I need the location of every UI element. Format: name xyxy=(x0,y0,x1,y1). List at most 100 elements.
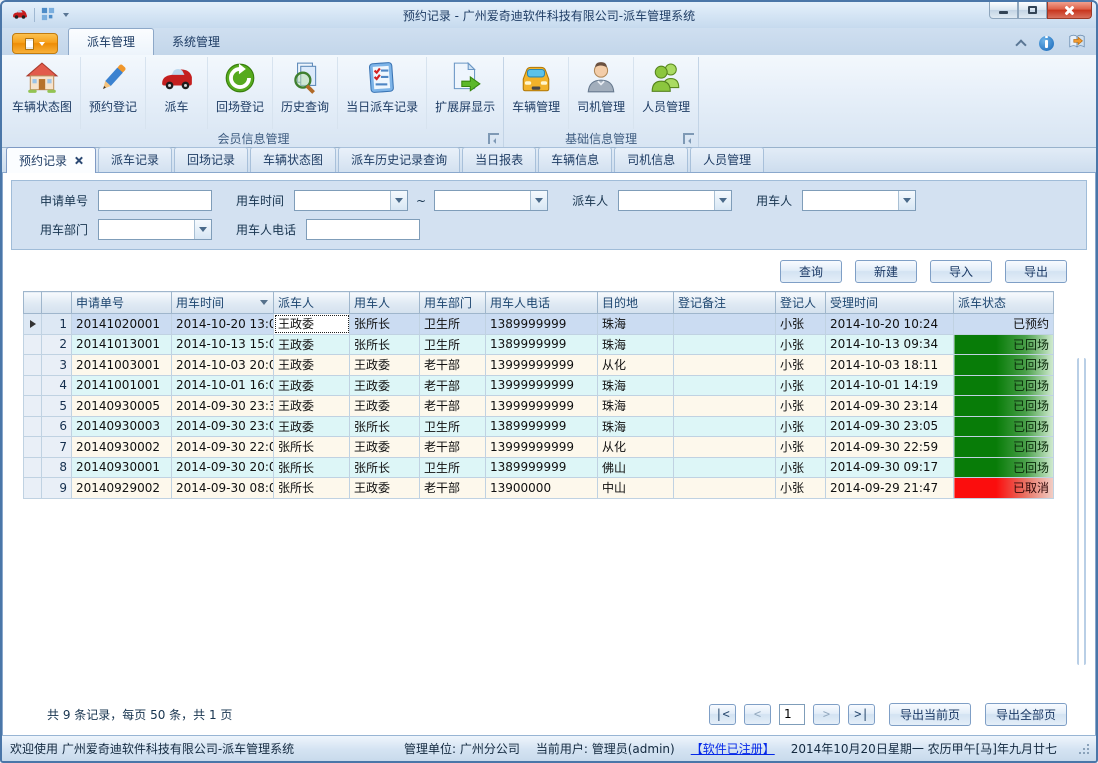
import-button[interactable]: 导入 xyxy=(930,260,992,283)
doc-tab-dispatch-records[interactable]: 派车记录 xyxy=(98,147,172,172)
row-number[interactable]: 6 xyxy=(42,416,72,437)
export-all-pages-button[interactable]: 导出全部页 xyxy=(985,703,1067,726)
grid-cell[interactable]: 20140930005 xyxy=(72,396,172,417)
grid-cell[interactable]: 张所长 xyxy=(350,314,420,335)
grid-cell[interactable]: 2014-10-13 15:00 xyxy=(172,334,274,355)
grid-cell[interactable]: 2014-10-20 13:00 xyxy=(172,314,274,335)
reservation-register-button[interactable]: 预约登记 xyxy=(81,57,146,129)
grid-cell[interactable] xyxy=(674,314,776,335)
grid-cell[interactable]: 卫生所 xyxy=(420,334,486,355)
doc-tab-dispatch-history-query[interactable]: 派车历史记录查询 xyxy=(338,147,460,172)
grid-cell[interactable]: 小张 xyxy=(776,334,826,355)
grid-cell[interactable] xyxy=(674,334,776,355)
row-indicator[interactable] xyxy=(24,478,42,499)
grid-cell[interactable]: 卫生所 xyxy=(420,457,486,478)
row-number[interactable]: 9 xyxy=(42,478,72,499)
grid-cell[interactable]: 张所长 xyxy=(274,457,350,478)
page-number-input[interactable] xyxy=(779,704,805,725)
grid-cell[interactable]: 张所长 xyxy=(350,416,420,437)
grid-cell[interactable]: 2014-09-29 21:47 xyxy=(826,478,954,499)
grid-cell[interactable]: 13999999999 xyxy=(486,375,598,396)
grid-cell[interactable]: 20141013001 xyxy=(72,334,172,355)
grid-cell[interactable]: 小张 xyxy=(776,355,826,376)
combo-dropdown-button[interactable] xyxy=(714,191,731,210)
dispatcher-combo[interactable] xyxy=(618,190,732,211)
doc-tab-vehicle-info[interactable]: 车辆信息 xyxy=(538,147,612,172)
table-row[interactable]: 1201410200012014-10-20 13:00王政委张所长卫生所138… xyxy=(24,314,1054,335)
doc-tab-daily-report[interactable]: 当日报表 xyxy=(462,147,536,172)
vehicle-status-map-button[interactable]: 车辆状态图 xyxy=(4,57,81,129)
query-button[interactable]: 查询 xyxy=(780,260,842,283)
vehicle-manage-button[interactable]: 车辆管理 xyxy=(504,57,569,129)
driver-manage-button[interactable]: 司机管理 xyxy=(569,57,634,129)
grid-cell[interactable]: 2014-10-01 16:00 xyxy=(172,375,274,396)
table-row[interactable]: 7201409300022014-09-30 22:00张所长王政委老干部139… xyxy=(24,437,1054,458)
grid-cell[interactable]: 王政委 xyxy=(350,375,420,396)
extended-screen-button[interactable]: 扩展屏显示 xyxy=(427,57,503,129)
grid-cell[interactable] xyxy=(674,416,776,437)
grid-cell[interactable]: 2014-09-30 08:00 xyxy=(172,478,274,499)
grid-header[interactable]: 申请单号 xyxy=(72,292,172,314)
row-indicator[interactable] xyxy=(24,355,42,376)
grid-cell[interactable]: 2014-10-20 10:24 xyxy=(826,314,954,335)
ribbon-tab-system[interactable]: 系统管理 xyxy=(154,29,238,55)
grid-cell[interactable]: 珠海 xyxy=(598,375,674,396)
grid-header[interactable]: 用车人 xyxy=(350,292,420,314)
last-page-button[interactable]: >| xyxy=(848,704,875,725)
dispatch-status-cell[interactable]: 已回场 xyxy=(954,375,1054,396)
grid-cell[interactable]: 13999999999 xyxy=(486,437,598,458)
grid-cell[interactable]: 20141020001 xyxy=(72,314,172,335)
grid-cell[interactable]: 珠海 xyxy=(598,314,674,335)
row-indicator[interactable] xyxy=(24,457,42,478)
vertical-scrollbar[interactable] xyxy=(1077,358,1086,665)
grid-cell[interactable]: 20140929002 xyxy=(72,478,172,499)
table-row[interactable]: 2201410130012014-10-13 15:00王政委张所长卫生所138… xyxy=(24,334,1054,355)
grid-cell[interactable] xyxy=(674,437,776,458)
grid-cell[interactable]: 13999999999 xyxy=(486,396,598,417)
today-dispatch-list-button[interactable]: 当日派车记录 xyxy=(338,57,427,129)
row-indicator[interactable] xyxy=(24,396,42,417)
table-row[interactable]: 8201409300012014-09-30 20:00张所长张所长卫生所138… xyxy=(24,457,1054,478)
doc-tab-vehicle-status-map[interactable]: 车辆状态图 xyxy=(250,147,336,172)
combo-dropdown-button[interactable] xyxy=(530,191,547,210)
info-icon[interactable] xyxy=(1039,36,1054,51)
row-number[interactable]: 5 xyxy=(42,396,72,417)
grid-cell[interactable]: 小张 xyxy=(776,314,826,335)
grid-cell[interactable]: 2014-10-13 09:34 xyxy=(826,334,954,355)
grid-cell[interactable]: 佛山 xyxy=(598,457,674,478)
first-page-button[interactable]: |< xyxy=(709,704,736,725)
grid-cell[interactable]: 小张 xyxy=(776,457,826,478)
grid-cell[interactable]: 老干部 xyxy=(420,355,486,376)
use-time-to-combo[interactable] xyxy=(434,190,548,211)
dispatch-status-cell[interactable]: 已回场 xyxy=(954,396,1054,417)
ribbon-tab-dispatch[interactable]: 派车管理 xyxy=(68,28,154,55)
grid-cell[interactable]: 2014-10-03 18:11 xyxy=(826,355,954,376)
grid-cell[interactable]: 王政委 xyxy=(274,416,350,437)
table-row[interactable]: 5201409300052014-09-30 23:30王政委王政委老干部139… xyxy=(24,396,1054,417)
grid-cell[interactable]: 从化 xyxy=(598,355,674,376)
doc-tab-return-records[interactable]: 回场记录 xyxy=(174,147,248,172)
grid-cell[interactable] xyxy=(674,457,776,478)
grid-cell[interactable]: 中山 xyxy=(598,478,674,499)
grid-cell[interactable]: 老干部 xyxy=(420,437,486,458)
grid-cell[interactable]: 20141003001 xyxy=(72,355,172,376)
grid-cell[interactable]: 2014-10-03 20:00 xyxy=(172,355,274,376)
grid-cell[interactable]: 珠海 xyxy=(598,334,674,355)
grid-cell[interactable]: 张所长 xyxy=(274,437,350,458)
export-button[interactable]: 导出 xyxy=(1005,260,1067,283)
prev-page-button[interactable]: < xyxy=(744,704,771,725)
help-book-icon[interactable] xyxy=(1068,34,1086,53)
grid-cell[interactable]: 王政委 xyxy=(274,314,350,335)
combo-dropdown-button[interactable] xyxy=(194,220,211,239)
grid-cell[interactable] xyxy=(674,375,776,396)
grid-cell[interactable]: 20140930003 xyxy=(72,416,172,437)
grid-cell[interactable] xyxy=(674,396,776,417)
grid-header[interactable]: 目的地 xyxy=(598,292,674,314)
grid-cell[interactable]: 1389999999 xyxy=(486,314,598,335)
grid-cell[interactable]: 2014-09-30 23:30 xyxy=(172,396,274,417)
grid-cell[interactable]: 从化 xyxy=(598,437,674,458)
row-indicator[interactable] xyxy=(24,437,42,458)
ribbon-collapse-icon[interactable] xyxy=(1015,39,1026,50)
grid-cell[interactable]: 珠海 xyxy=(598,416,674,437)
dispatch-status-cell[interactable]: 已回场 xyxy=(954,457,1054,478)
